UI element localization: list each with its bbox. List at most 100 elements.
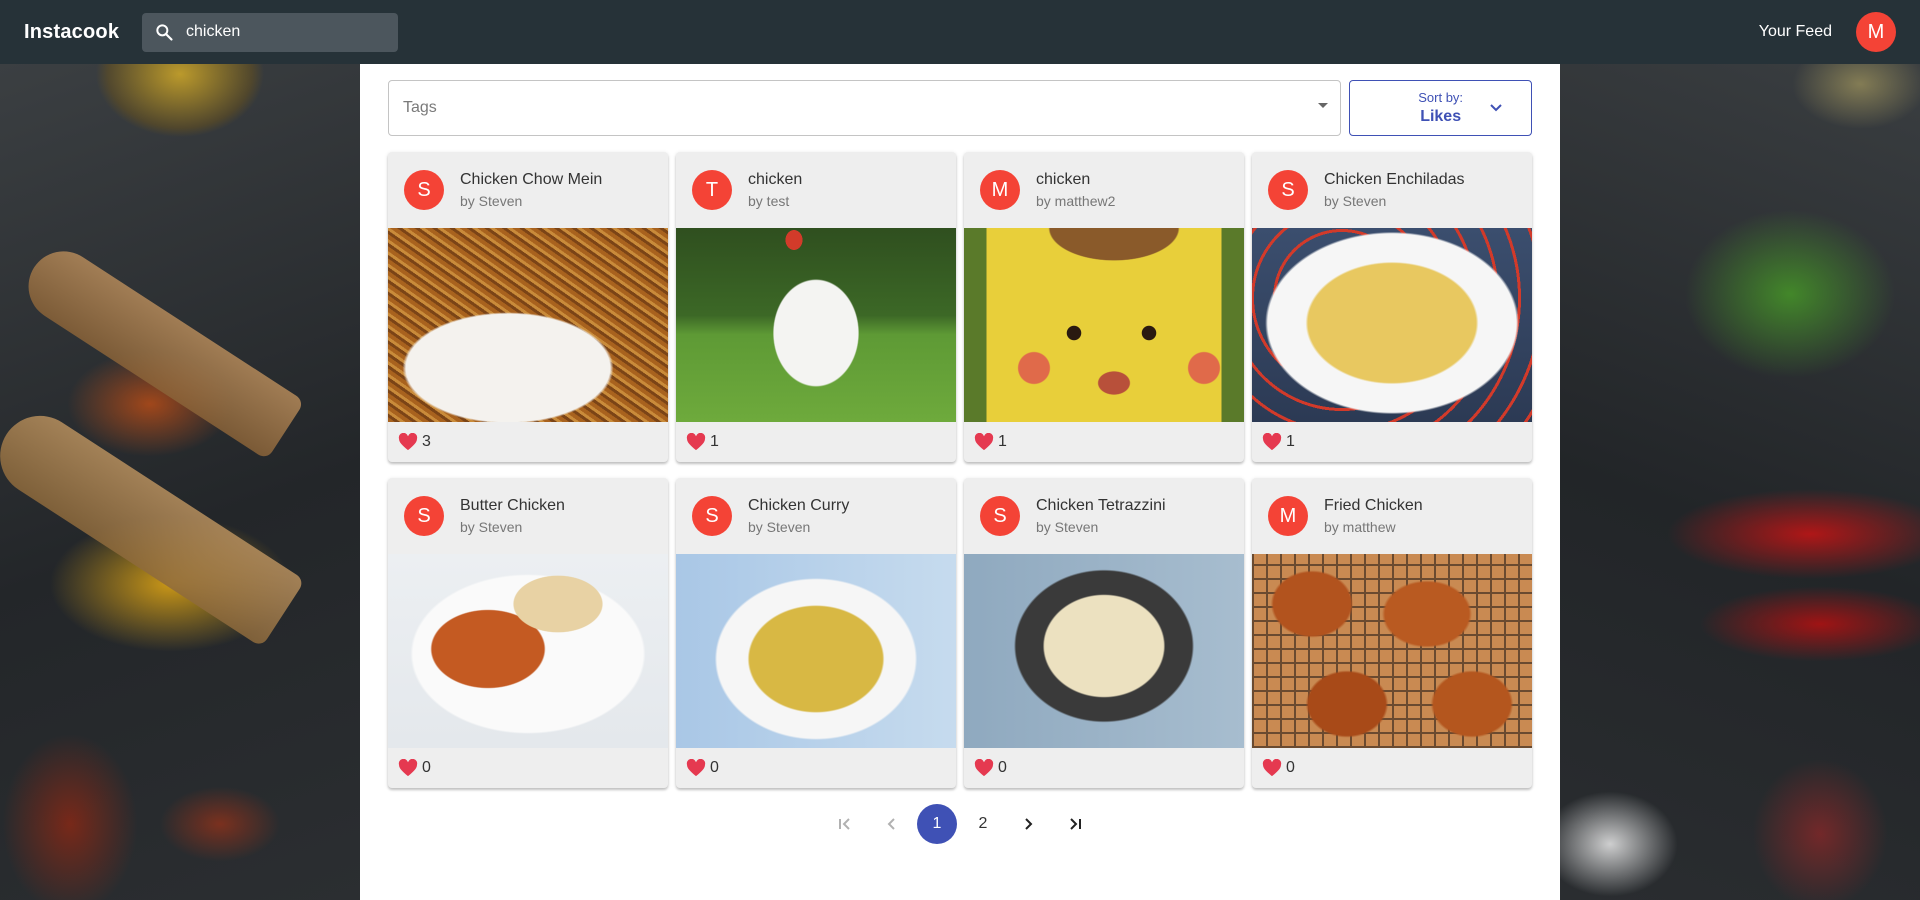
card-header: M chicken by matthew2: [964, 152, 1244, 228]
card-header: S Chicken Enchiladas by Steven: [1252, 152, 1532, 228]
recipe-grid: S Chicken Chow Mein by Steven 3 T chicke…: [388, 152, 1532, 788]
heart-icon[interactable]: [974, 759, 994, 777]
your-feed-link[interactable]: Your Feed: [1759, 23, 1832, 41]
brand-logo[interactable]: Instacook: [24, 21, 142, 44]
author-avatar: S: [404, 496, 444, 536]
recipe-title: Fried Chicken: [1324, 497, 1423, 514]
recipe-image[interactable]: [1252, 228, 1532, 422]
like-count: 1: [710, 433, 719, 450]
card-titles: Chicken Tetrazzini by Steven: [1036, 497, 1166, 535]
card-header: S Chicken Curry by Steven: [676, 478, 956, 554]
recipe-title: Chicken Chow Mein: [460, 171, 603, 188]
recipe-author: by Steven: [1036, 519, 1099, 535]
card-titles: Butter Chicken by Steven: [460, 497, 565, 535]
recipe-title: chicken: [748, 171, 803, 188]
background-left-spices: [0, 64, 360, 900]
sort-by-button[interactable]: Sort by: Likes: [1349, 80, 1532, 136]
last-page-icon: [1070, 818, 1081, 830]
recipe-author: by Steven: [1324, 193, 1387, 209]
heart-icon[interactable]: [974, 433, 994, 451]
heart-icon[interactable]: [686, 433, 706, 451]
recipe-card[interactable]: T chicken by test 1: [676, 152, 956, 462]
first-page-button[interactable]: [825, 804, 865, 844]
sort-label: Sort by:: [1418, 90, 1464, 105]
recipe-image[interactable]: [964, 554, 1244, 748]
pagination: 1 2: [360, 804, 1560, 844]
recipe-card[interactable]: S Chicken Chow Mein by Steven 3: [388, 152, 668, 462]
page-button-2[interactable]: 2: [963, 804, 1003, 844]
recipe-image[interactable]: [388, 554, 668, 748]
recipe-author: by Steven: [748, 519, 811, 535]
like-count: 0: [422, 759, 431, 776]
sort-value: Likes: [1420, 108, 1462, 125]
recipe-card[interactable]: S Butter Chicken by Steven 0: [388, 478, 668, 788]
card-footer: 0: [676, 748, 956, 788]
card-header: T chicken by test: [676, 152, 956, 228]
page-button-1[interactable]: 1: [917, 804, 957, 844]
card-titles: Chicken Chow Mein by Steven: [460, 171, 602, 209]
card-footer: 0: [388, 748, 668, 788]
main-content: Tags Sort by: Likes S Chicken Chow Mein …: [360, 64, 1560, 900]
heart-icon[interactable]: [398, 759, 418, 777]
recipe-card[interactable]: S Chicken Enchiladas by Steven 1: [1252, 152, 1532, 462]
card-header: S Butter Chicken by Steven: [388, 478, 668, 554]
recipe-image[interactable]: [1252, 554, 1532, 748]
recipe-title: Butter Chicken: [460, 497, 565, 514]
author-avatar: S: [404, 170, 444, 210]
like-count: 1: [1286, 433, 1295, 450]
prev-page-button[interactable]: [871, 804, 911, 844]
card-footer: 1: [1252, 422, 1532, 462]
recipe-image[interactable]: [388, 228, 668, 422]
chevron-left-icon: [887, 818, 895, 830]
recipe-title: chicken: [1036, 171, 1091, 188]
recipe-author: by Steven: [460, 519, 523, 535]
recipe-title: Chicken Tetrazzini: [1036, 497, 1166, 514]
chevron-down-icon: [1490, 104, 1502, 112]
chevron-right-icon: [1025, 818, 1033, 830]
dropdown-arrow-icon[interactable]: [1318, 103, 1329, 108]
search-input[interactable]: [186, 23, 386, 41]
app-bar: Instacook Your Feed M: [0, 0, 1920, 64]
card-titles: Fried Chicken by matthew: [1324, 497, 1423, 535]
recipe-image[interactable]: [964, 228, 1244, 422]
tags-select[interactable]: Tags: [388, 80, 1342, 136]
recipe-title: Chicken Enchiladas: [1324, 171, 1465, 188]
card-footer: 0: [1252, 748, 1532, 788]
card-footer: 1: [676, 422, 956, 462]
author-avatar: M: [1268, 496, 1308, 536]
user-avatar[interactable]: M: [1856, 12, 1896, 52]
recipe-author: by matthew2: [1036, 193, 1116, 209]
author-avatar: S: [980, 496, 1020, 536]
heart-icon[interactable]: [686, 759, 706, 777]
like-count: 0: [1286, 759, 1295, 776]
next-page-button[interactable]: [1009, 804, 1049, 844]
card-header: M Fried Chicken by matthew: [1252, 478, 1532, 554]
card-titles: chicken by matthew2: [1036, 171, 1115, 209]
heart-icon[interactable]: [398, 433, 418, 451]
filter-bar: Tags Sort by: Likes: [388, 80, 1532, 136]
like-count: 0: [998, 759, 1007, 776]
recipe-card[interactable]: M Fried Chicken by matthew 0: [1252, 478, 1532, 788]
card-titles: chicken by test: [748, 171, 802, 209]
recipe-card[interactable]: S Chicken Tetrazzini by Steven 0: [964, 478, 1244, 788]
recipe-image[interactable]: [676, 554, 956, 748]
heart-icon[interactable]: [1262, 759, 1282, 777]
search-box[interactable]: [142, 12, 398, 52]
tags-placeholder: Tags: [403, 99, 437, 116]
recipe-author: by Steven: [460, 193, 523, 209]
recipe-card[interactable]: S Chicken Curry by Steven 0: [676, 478, 956, 788]
heart-icon[interactable]: [1262, 433, 1282, 451]
card-footer: 1: [964, 422, 1244, 462]
author-avatar: S: [692, 496, 732, 536]
recipe-card[interactable]: M chicken by matthew2 1: [964, 152, 1244, 462]
author-avatar: T: [692, 170, 732, 210]
recipe-author: by matthew: [1324, 519, 1396, 535]
like-count: 1: [998, 433, 1007, 450]
card-header: S Chicken Chow Mein by Steven: [388, 152, 668, 228]
author-avatar: S: [1268, 170, 1308, 210]
recipe-image[interactable]: [676, 228, 956, 422]
recipe-author: by test: [748, 193, 790, 209]
author-avatar: M: [980, 170, 1020, 210]
like-count: 0: [710, 759, 719, 776]
last-page-button[interactable]: [1055, 804, 1095, 844]
